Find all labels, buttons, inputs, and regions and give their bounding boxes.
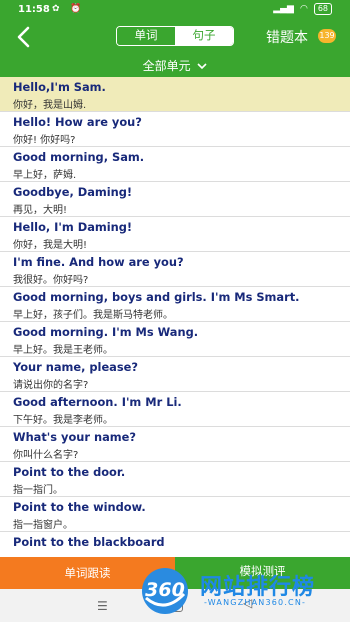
sentence-english: I'm fine. And how are you? [13, 255, 184, 269]
watermark-title: 网站排行榜 [200, 575, 316, 600]
notification-icons: ✿ ⏰ [52, 4, 86, 14]
system-icons: ▂▄▆ ◠ 68 [273, 3, 332, 15]
sentence-english: What's your name? [13, 430, 136, 444]
sentence-chinese: 你叫什么名字? [13, 450, 79, 461]
mode-switch: 单词 句子 [116, 26, 234, 46]
sentence-row[interactable]: Goodbye, Daming! 再见，大明! [0, 182, 350, 217]
tab-sentences[interactable]: 句子 [175, 27, 233, 45]
sentence-chinese: 早上好，萨姆. [13, 170, 77, 181]
sentence-row[interactable]: Hello,I'm Sam. 你好，我是山姆. [0, 77, 350, 112]
back-arrow-icon[interactable] [12, 24, 38, 50]
sentence-row[interactable]: Good morning. I'm Ms Wang. 早上好。我是王老师。 [0, 322, 350, 357]
sentence-chinese: 早上好，孩子们。我是斯马特老师。 [13, 310, 173, 321]
sentence-english: Good morning, boys and girls. I'm Ms Sma… [13, 290, 300, 304]
sentence-english: Good morning, Sam. [13, 150, 145, 164]
sentence-chinese: 你好，我是山姆. [13, 100, 87, 111]
sentence-row[interactable]: Good afternoon. I'm Mr Li. 下午好。我是李老师。 [0, 392, 350, 427]
unit-selector[interactable]: 全部单元 [0, 57, 350, 74]
sentence-row[interactable]: Point to the door. 指一指门。 [0, 462, 350, 497]
unit-selector-label: 全部单元 [142, 59, 191, 73]
sentence-row[interactable]: Your name, please? 请说出你的名字? [0, 357, 350, 392]
sentence-chinese: 再见，大明! [13, 205, 68, 216]
watermark-subtitle: -WANGZHAN360.CN- [204, 598, 307, 607]
sentence-row[interactable]: Hello, I'm Daming! 你好，我是大明! [0, 217, 350, 252]
sentence-row[interactable]: Good morning, Sam. 早上好，萨姆. [0, 147, 350, 182]
sentence-row[interactable]: What's your name? 你叫什么名字? [0, 427, 350, 462]
top-header: 单词 句子 错题本 139 全部单元 [0, 20, 350, 77]
sentence-chinese: 下午好。我是李老师。 [13, 415, 113, 426]
tab-words[interactable]: 单词 [117, 27, 175, 45]
sentence-list: Hello,I'm Sam. 你好，我是山姆. Hello! How are you… [0, 77, 350, 557]
sentence-row[interactable]: I'm fine. And how are you? 我很好。你好吗? [0, 252, 350, 287]
sentence-row[interactable]: Point to the window. 指一指窗户。 [0, 497, 350, 532]
sentence-row[interactable]: Good morning, boys and girls. I'm Ms Sma… [0, 287, 350, 322]
sentence-english: Good afternoon. I'm Mr Li. [13, 395, 182, 409]
sentence-english: Hello,I'm Sam. [13, 80, 106, 94]
sentence-row[interactable]: Hello! How are you? 你好! 你好吗? [0, 112, 350, 147]
sentence-chinese: 请说出你的名字? [13, 380, 89, 391]
watermark-logo: 360 [140, 566, 190, 616]
sentence-english: Good morning. I'm Ms Wang. [13, 325, 199, 339]
sentence-chinese: 指一指窗户。 [13, 520, 73, 531]
sentence-english: Point to the blackboard [13, 535, 165, 549]
menu-icon[interactable]: ☰ [97, 599, 108, 613]
signal-icon: ▂▄▆ [273, 4, 294, 14]
sentence-english: Goodbye, Daming! [13, 185, 133, 199]
sentence-chinese: 早上好。我是王老师。 [13, 345, 113, 356]
wifi-icon: ◠ [299, 4, 308, 14]
wrong-count-badge: 139 [318, 29, 336, 43]
chevron-down-icon [197, 63, 207, 70]
sentence-english: Hello! How are you? [13, 115, 142, 129]
status-time: 11:58 [18, 4, 50, 15]
sentence-english: Your name, please? [13, 360, 138, 374]
status-bar: 11:58 ✿ ⏰ ▂▄▆ ◠ 68 [0, 0, 350, 20]
sentence-chinese: 指一指门。 [13, 485, 63, 496]
sentence-row[interactable]: Point to the blackboard [0, 532, 350, 557]
sentence-chinese: 你好! 你好吗? [13, 135, 76, 146]
sentence-english: Point to the door. [13, 465, 126, 479]
sentence-chinese: 我很好。你好吗? [13, 275, 89, 286]
wrong-book-button[interactable]: 错题本 [266, 27, 308, 47]
sentence-chinese: 你好，我是大明! [13, 240, 88, 251]
sentence-english: Point to the window. [13, 500, 146, 514]
watermark-logo-text: 360 [145, 579, 185, 601]
sentence-english: Hello, I'm Daming! [13, 220, 133, 234]
battery-icon: 68 [313, 3, 332, 15]
